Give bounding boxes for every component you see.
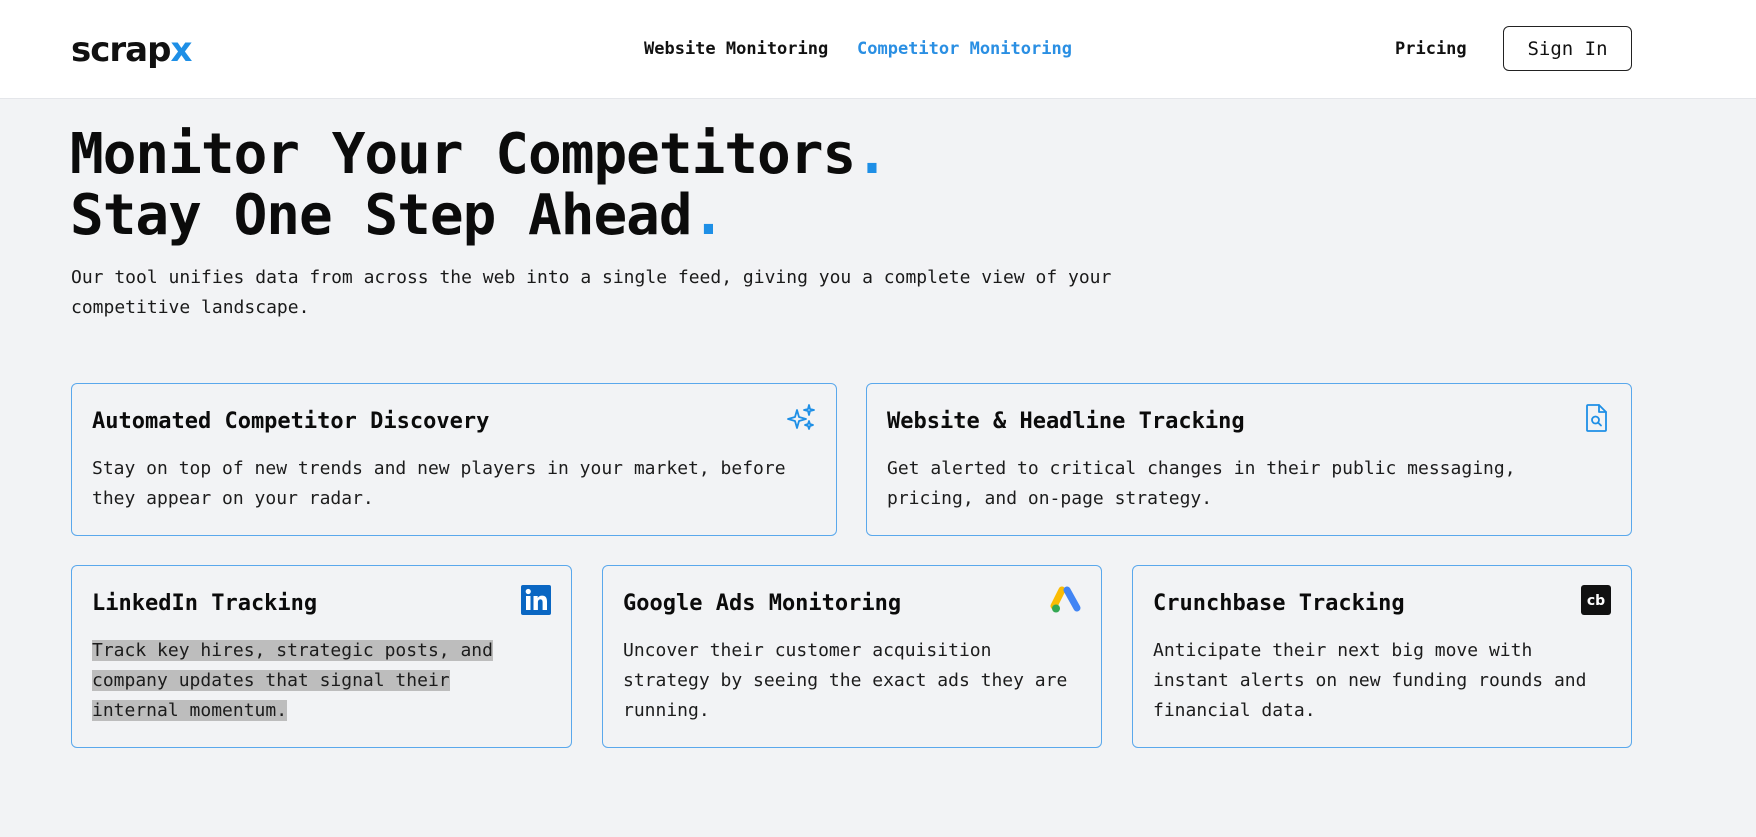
crunchbase-icon: cb [1581, 585, 1611, 615]
google-ads-icon [1050, 586, 1081, 613]
feature-title: Automated Competitor Discovery [92, 409, 490, 434]
hero-title: Monitor Your Competitors. Stay One Step … [70, 122, 889, 248]
sign-in-button[interactable]: Sign In [1503, 26, 1632, 71]
site-header: scrapx Website Monitoring Competitor Mon… [0, 0, 1756, 99]
feature-card-google-ads-monitoring: Google Ads Monitoring Uncover their cust… [602, 565, 1102, 748]
feature-description: Track key hires, strategic posts, and co… [92, 640, 493, 721]
feature-card-website-tracking: Website & Headline Tracking Get alerted … [866, 383, 1632, 536]
hero-title-line-2: Stay One Step Ahead. [70, 183, 725, 248]
nav-competitor-monitoring[interactable]: Competitor Monitoring [857, 38, 1072, 60]
linkedin-icon [521, 585, 551, 615]
svg-text:cb: cb [1587, 593, 1605, 609]
feature-card-competitor-discovery: Automated Competitor Discovery Stay on t… [71, 383, 837, 536]
hero-subtitle: Our tool unifies data from across the we… [71, 267, 1112, 318]
nav-website-monitoring[interactable]: Website Monitoring [644, 38, 828, 60]
nav-pricing[interactable]: Pricing [1395, 38, 1467, 60]
logo-accent: x [170, 30, 192, 70]
feature-title: Website & Headline Tracking [887, 409, 1245, 434]
feature-description: Anticipate their next big move with inst… [1153, 640, 1587, 721]
logo[interactable]: scrapx [71, 30, 192, 70]
sparkles-icon [787, 404, 815, 430]
feature-description: Uncover their customer acquisition strat… [623, 640, 1068, 721]
feature-card-crunchbase-tracking: Crunchbase Tracking cb Anticipate their … [1132, 565, 1632, 748]
feature-title: LinkedIn Tracking [92, 591, 318, 616]
feature-card-linkedin-tracking: LinkedIn Tracking Track key hires, strat… [71, 565, 572, 748]
hero-title-line-1: Monitor Your Competitors. [70, 122, 889, 187]
document-search-icon [1586, 404, 1607, 432]
feature-description: Get alerted to critical changes in their… [887, 458, 1516, 509]
logo-text: scrap [71, 30, 171, 70]
feature-title: Google Ads Monitoring [623, 591, 902, 616]
feature-title: Crunchbase Tracking [1153, 591, 1405, 616]
feature-description: Stay on top of new trends and new player… [92, 458, 786, 509]
